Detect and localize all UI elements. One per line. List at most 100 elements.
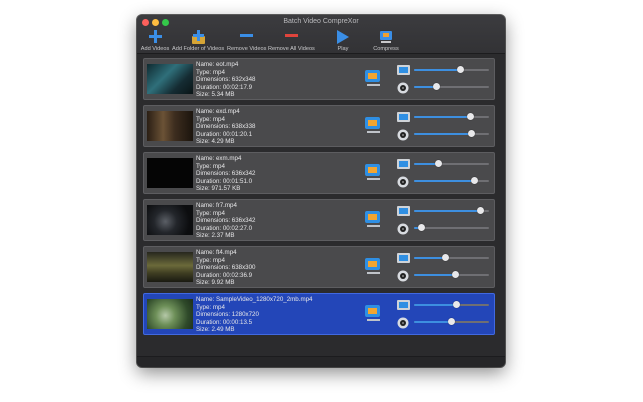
compress-icon (380, 30, 392, 43)
video-row[interactable]: Name: exd.mp4 Type: mp4 Dimensions: 638x33… (143, 105, 495, 147)
video-row[interactable]: Name: eot.mp4 Type: mp4 Dimensions: 632x34… (143, 58, 495, 100)
audio-quality-slider-knob[interactable] (418, 224, 425, 231)
video-type: Type: mp4 (196, 256, 225, 264)
video-type: Type: mp4 (196, 162, 225, 170)
audio-quality-slider-knob[interactable] (451, 271, 459, 278)
video-thumbnail (147, 205, 193, 235)
play-label: Play (337, 46, 349, 52)
video-type: Type: mp4 (196, 303, 225, 311)
video-quality-icon (397, 109, 410, 127)
video-info: Name: fr7.mp4 Type: mp4 Dimensions: 636x34… (196, 202, 256, 240)
convert-icon[interactable] (364, 163, 383, 187)
minus-icon (239, 34, 253, 37)
video-quality-icon (397, 297, 410, 315)
video-name: Name: fr7.mp4 (196, 202, 237, 209)
convert-icon[interactable] (364, 304, 383, 328)
video-list[interactable]: Name: eot.mp4 Type: mp4 Dimensions: 632x34… (143, 58, 495, 348)
video-quality-slider-fill (414, 69, 461, 71)
video-duration: Duration: 00:01:20.1 (196, 130, 253, 138)
video-type: Type: mp4 (196, 115, 225, 123)
video-quality-icon (397, 62, 410, 80)
video-quality-slider-knob[interactable] (466, 113, 474, 120)
add-folder-button[interactable]: Add Folder of Videos (172, 28, 224, 52)
remove-all-videos-button[interactable]: Remove All Videos (268, 28, 315, 52)
video-quality-slider[interactable] (414, 66, 489, 73)
audio-speaker-icon (397, 222, 409, 240)
video-quality-slider-knob[interactable] (442, 254, 449, 261)
video-quality-icon (397, 156, 410, 174)
video-quality-icon (397, 203, 410, 221)
video-dimensions: Dimensions: 638x338 (196, 123, 256, 131)
video-type: Type: mp4 (196, 209, 225, 217)
video-info: Name: exm.mp4 Type: mp4 Dimensions: 636x34… (196, 155, 256, 193)
audio-quality-slider[interactable] (414, 177, 489, 184)
video-quality-slider[interactable] (414, 113, 489, 120)
video-quality-slider[interactable] (414, 301, 489, 308)
video-row[interactable]: Name: exm.mp4 Type: mp4 Dimensions: 636x34… (143, 152, 495, 194)
compress-button[interactable]: Compress (371, 28, 401, 52)
video-quality-slider[interactable] (414, 207, 489, 214)
video-quality-slider[interactable] (414, 160, 489, 167)
convert-icon[interactable] (364, 210, 383, 234)
video-quality-slider-knob[interactable] (453, 301, 461, 308)
audio-quality-slider-knob[interactable] (470, 177, 478, 184)
video-row[interactable]: Name: SampleVideo_1280x720_2mb.mp4 Type: … (143, 293, 495, 335)
video-info: Name: eot.mp4 Type: mp4 Dimensions: 632x34… (196, 61, 256, 99)
video-duration: Duration: 00:02:17.9 (196, 83, 253, 91)
video-size: Size: 9.92 MB (196, 279, 235, 287)
video-name: Name: exd.mp4 (196, 108, 240, 115)
audio-quality-slider-knob[interactable] (448, 318, 455, 325)
convert-icon[interactable] (364, 116, 383, 140)
add-folder-label: Add Folder of Videos (172, 46, 225, 52)
video-quality-icon (397, 250, 410, 268)
audio-quality-slider-knob[interactable] (433, 83, 440, 90)
audio-quality-slider[interactable] (414, 83, 489, 90)
video-thumbnail (147, 158, 193, 188)
audio-quality-slider[interactable] (414, 318, 489, 325)
remove-videos-button[interactable]: Remove Videos (227, 28, 267, 52)
video-row[interactable]: Name: fr7.mp4 Type: mp4 Dimensions: 636x34… (143, 199, 495, 241)
video-name: Name: exm.mp4 (196, 155, 242, 162)
video-quality-slider[interactable] (414, 254, 489, 261)
audio-quality-slider-fill (414, 321, 452, 323)
audio-quality-slider-knob[interactable] (468, 130, 476, 137)
video-row[interactable]: Name: ft4.mp4 Type: mp4 Dimensions: 638x30… (143, 246, 495, 288)
remove-all-videos-label: Remove All Videos (268, 46, 315, 52)
add-videos-button[interactable]: Add Videos (140, 28, 170, 52)
video-duration: Duration: 00:00:13.5 (196, 318, 253, 326)
video-quality-slider-knob[interactable] (457, 66, 464, 73)
audio-quality-slider-fill (414, 180, 474, 182)
audio-speaker-icon (397, 128, 409, 146)
video-dimensions: Dimensions: 1280x720 (196, 311, 259, 319)
play-button[interactable]: Play (333, 28, 353, 52)
audio-speaker-icon (397, 269, 409, 287)
video-name: Name: ft4.mp4 (196, 249, 237, 256)
convert-icon[interactable] (364, 257, 383, 281)
video-size: Size: 2.37 MB (196, 232, 235, 240)
minus-red-icon (284, 34, 298, 37)
remove-videos-label: Remove Videos (227, 46, 267, 52)
audio-quality-slider[interactable] (414, 271, 489, 278)
video-size: Size: 4.29 MB (196, 138, 235, 146)
toolbar: Batch Video CompreXor Add Videos Add Fol… (137, 15, 505, 54)
video-info: Name: ft4.mp4 Type: mp4 Dimensions: 638x30… (196, 249, 256, 287)
status-bar (137, 356, 505, 367)
audio-quality-slider[interactable] (414, 224, 489, 231)
video-size: Size: 971.57 KB (196, 185, 241, 193)
convert-icon[interactable] (364, 69, 383, 93)
video-dimensions: Dimensions: 632x348 (196, 76, 256, 84)
video-quality-slider-knob[interactable] (476, 207, 484, 214)
video-duration: Duration: 00:02:27.0 (196, 224, 253, 232)
audio-quality-slider[interactable] (414, 130, 489, 137)
video-dimensions: Dimensions: 636x342 (196, 217, 256, 225)
plus-icon (148, 30, 162, 43)
add-videos-label: Add Videos (140, 46, 170, 52)
video-size: Size: 5.34 MB (196, 91, 235, 99)
folder-plus-icon (191, 29, 205, 44)
video-quality-slider-knob[interactable] (434, 160, 442, 167)
audio-speaker-icon (397, 175, 409, 193)
video-thumbnail (147, 252, 193, 282)
video-quality-slider-fill (414, 257, 446, 259)
video-duration: Duration: 00:01:51.0 (196, 177, 253, 185)
video-duration: Duration: 00:02:36.9 (196, 271, 253, 279)
